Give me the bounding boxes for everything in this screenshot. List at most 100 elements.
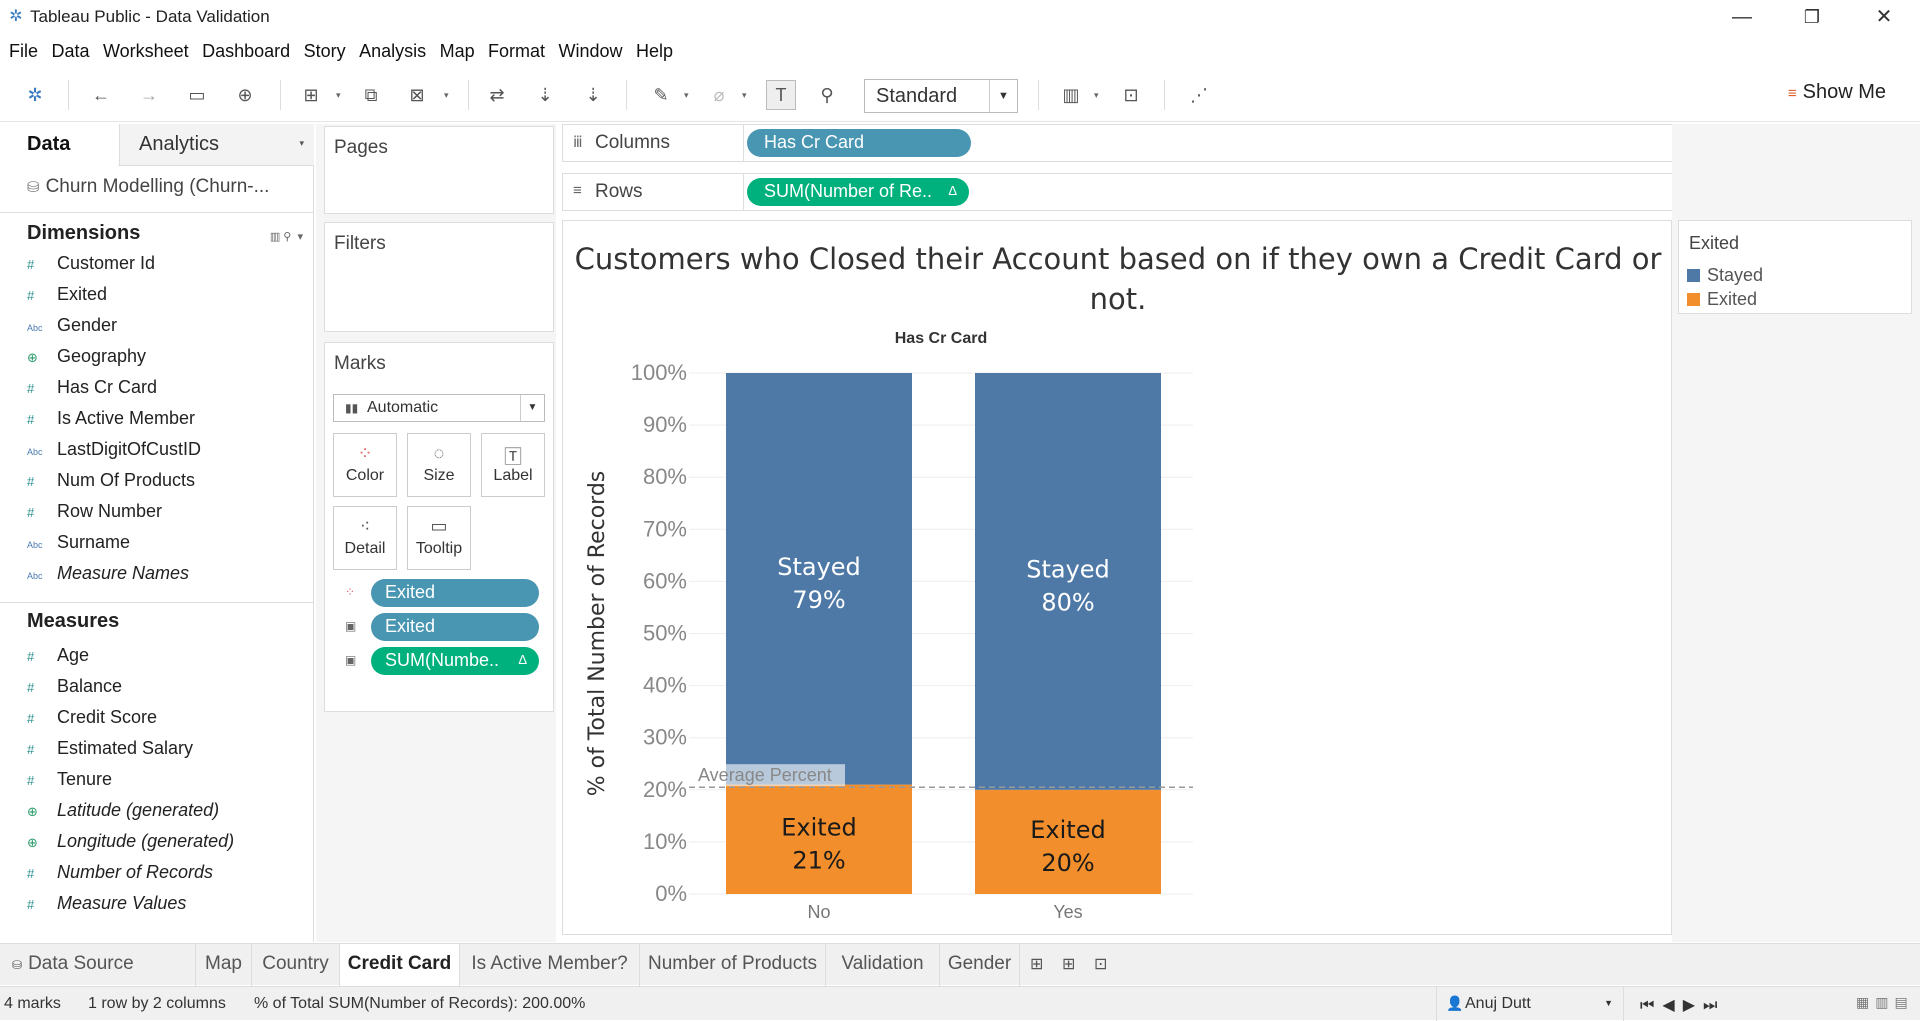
label-button[interactable]: 🅃 Label [481, 433, 545, 497]
tab-data-source-label: Data Source [28, 953, 134, 974]
restore-button[interactable]: ❐ [1784, 2, 1840, 32]
new-worksheet-dropdown-icon[interactable]: ▾ [336, 90, 341, 101]
user-name: Anuj Dutt [1465, 995, 1531, 1012]
color-button[interactable]: ⁘ Color [333, 433, 397, 497]
measure-field[interactable]: # Age [27, 645, 89, 669]
measure-field[interactable]: # Estimated Salary [27, 738, 193, 762]
pane-menu-icon[interactable]: ▾ [299, 138, 304, 149]
size-button[interactable]: ◌ Size [407, 433, 471, 497]
columns-pill-has-cr-card[interactable]: Has Cr Card [747, 129, 971, 157]
show-cards-dropdown-icon[interactable]: ▾ [1094, 90, 1099, 101]
fit-select[interactable]: Standard ▼ [864, 79, 1018, 113]
duplicate-sheet-icon[interactable]: ⧉ [358, 82, 384, 108]
redo-icon[interactable]: → [136, 82, 162, 108]
highlight-icon[interactable]: ✎ [648, 82, 674, 108]
minimize-button[interactable]: — [1714, 2, 1770, 32]
dimension-field[interactable]: # Num Of Products [27, 470, 195, 494]
highlight-dropdown-icon[interactable]: ▾ [684, 90, 689, 101]
dimension-field[interactable]: # Customer Id [27, 253, 155, 277]
marks-pill-label[interactable]: ▣ Exited [333, 613, 553, 643]
menu-window[interactable]: Window [559, 37, 623, 65]
group-dropdown-icon[interactable]: ▾ [742, 90, 747, 101]
clear-sheet-dropdown-icon[interactable]: ▾ [444, 90, 449, 101]
presentation-mode-icon[interactable]: ⊡ [1118, 82, 1144, 108]
dimension-field[interactable]: Abc Gender [27, 315, 117, 339]
dimension-field[interactable]: Abc LastDigitOfCustID [27, 439, 201, 463]
menu-dashboard[interactable]: Dashboard [202, 37, 290, 65]
menu-worksheet[interactable]: Worksheet [103, 37, 189, 65]
color-legend[interactable]: Exited Stayed Exited [1678, 220, 1912, 314]
new-data-source-icon[interactable]: ⊕ [232, 82, 258, 108]
menu-file[interactable]: File [9, 37, 38, 65]
measure-field[interactable]: ⊕ Longitude (generated) [27, 831, 234, 855]
share-icon[interactable]: ⋰ [1186, 82, 1212, 108]
dimension-field[interactable]: # Row Number [27, 501, 162, 525]
menu-help[interactable]: Help [636, 37, 673, 65]
tab-gender[interactable]: Gender [940, 944, 1020, 986]
tooltip-button[interactable]: ▭ Tooltip [407, 506, 471, 570]
show-cards-icon[interactable]: ▥ [1058, 82, 1084, 108]
swap-rows-columns-icon[interactable]: ⇄ [484, 82, 510, 108]
measure-field[interactable]: # Credit Score [27, 707, 157, 731]
measure-field[interactable]: # Measure Values [27, 893, 186, 917]
new-worksheet-icon[interactable]: ⊞ [298, 82, 324, 108]
pill-sum-records[interactable]: SUM(Numbe.. Δ [371, 647, 539, 675]
dimensions-tools-icon[interactable]: ▥ ⚲ ▾ [270, 230, 303, 243]
legend-item-stayed[interactable]: Stayed [1687, 265, 1763, 286]
pin-icon[interactable]: ⚲ [814, 82, 840, 108]
dimension-field-label: Has Cr Card [57, 377, 158, 397]
view-toggle-icons[interactable]: ▦▥▤ [1856, 994, 1914, 1011]
menu-format[interactable]: Format [488, 37, 545, 65]
tab-number-of-products[interactable]: Number of Products [640, 944, 826, 986]
marks-pill-sum[interactable]: ▣ SUM(Numbe.. Δ [333, 647, 553, 677]
dimension-field-label: Exited [57, 284, 108, 304]
dimension-field[interactable]: Abc Surname [27, 532, 130, 556]
filters-card[interactable]: Filters [324, 222, 554, 332]
save-icon[interactable]: ▭ [184, 82, 210, 108]
sort-descending-icon[interactable]: ⇣ [580, 82, 606, 108]
measure-field[interactable]: # Balance [27, 676, 122, 700]
menu-map[interactable]: Map [440, 37, 475, 65]
tab-analytics[interactable]: Analytics ▾ [119, 124, 314, 165]
pill-exited-label[interactable]: Exited [371, 613, 539, 641]
pages-card[interactable]: Pages [324, 126, 554, 214]
rows-pill-sum-records[interactable]: SUM(Number of Re.. Δ [747, 178, 969, 206]
menu-data[interactable]: Data [51, 37, 89, 65]
undo-icon[interactable]: ← [88, 82, 114, 108]
dimension-field[interactable]: # Is Active Member [27, 408, 195, 432]
dimension-field[interactable]: ⊕ Geography [27, 346, 146, 370]
show-mark-labels-icon[interactable]: T [766, 80, 796, 110]
tab-country[interactable]: Country [252, 944, 340, 986]
dimension-field[interactable]: # Has Cr Card [27, 377, 157, 401]
new-worksheet-icon[interactable]: ⊞ [1030, 954, 1043, 974]
measure-field[interactable]: ⊕ Latitude (generated) [27, 800, 219, 824]
data-source-item[interactable]: ⛁ Churn Modelling (Churn-... [27, 176, 269, 198]
sort-ascending-icon[interactable]: ⇣ [532, 82, 558, 108]
sheet-nav-icons[interactable]: ⏮◀▶⏭ [1640, 995, 1725, 1015]
tab-data[interactable]: Data [0, 124, 118, 166]
measure-field[interactable]: # Tenure [27, 769, 112, 793]
group-members-icon[interactable]: ⌀ [706, 82, 732, 108]
dimension-field[interactable]: Abc Measure Names [27, 563, 189, 587]
measure-field[interactable]: # Number of Records [27, 862, 213, 886]
pill-exited-color[interactable]: Exited [371, 579, 539, 607]
close-button[interactable]: ✕ [1856, 2, 1912, 32]
tab-is-active-member[interactable]: Is Active Member? [460, 944, 640, 986]
dimension-field[interactable]: # Exited [27, 284, 107, 308]
menu-analysis[interactable]: Analysis [359, 37, 426, 65]
tab-credit-card[interactable]: Credit Card [340, 944, 460, 986]
tab-data-source[interactable]: ⛁ Data Source [0, 944, 196, 986]
marks-pill-color[interactable]: ⁘ Exited [333, 579, 553, 609]
clear-sheet-icon[interactable]: ⊠ [404, 82, 430, 108]
tab-validation[interactable]: Validation [826, 944, 940, 986]
mark-type-select[interactable]: ▮▮ Automatic ▼ [333, 394, 545, 422]
tab-map[interactable]: Map [196, 944, 252, 986]
detail-button[interactable]: ⁖ Detail [333, 506, 397, 570]
user-menu[interactable]: 👤 Anuj Dutt ▼ [1436, 987, 1624, 1021]
legend-item-exited[interactable]: Exited [1687, 289, 1757, 310]
new-dashboard-icon[interactable]: ⊞ [1062, 954, 1075, 974]
tableau-home-icon[interactable]: ✲ [22, 82, 48, 108]
show-me-button[interactable]: ≡ Show Me [1788, 81, 1886, 104]
new-story-icon[interactable]: ⊡ [1094, 954, 1107, 974]
menu-story[interactable]: Story [304, 37, 346, 65]
